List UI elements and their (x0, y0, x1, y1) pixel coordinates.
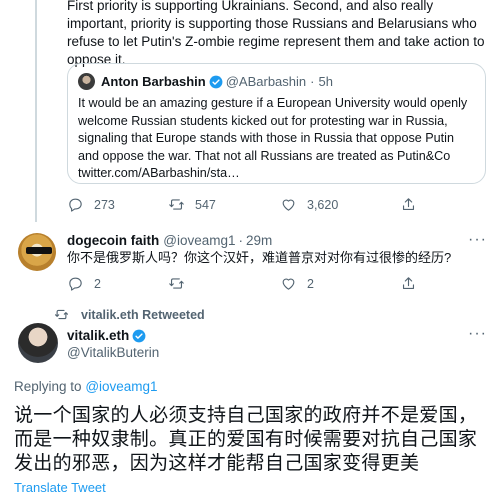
reply-author-name[interactable]: dogecoin faith (67, 233, 159, 248)
reply-timestamp[interactable]: 29m (246, 233, 272, 248)
like-button[interactable]: 2 (280, 275, 400, 292)
verified-icon (209, 75, 223, 88)
more-options-icon[interactable]: ··· (468, 325, 487, 343)
replying-to-link[interactable]: @ioveamg1 (85, 379, 157, 394)
reply-button[interactable]: 273 (67, 196, 168, 213)
avatar[interactable] (18, 233, 56, 271)
reply-button[interactable]: 2 (67, 275, 168, 292)
replying-prefix: Replying to (14, 379, 82, 394)
main-author-name-line: vitalik.eth (67, 328, 149, 343)
heart-icon (282, 199, 295, 211)
retweet-button[interactable] (168, 275, 280, 292)
reply-count: 2 (94, 276, 101, 291)
like-count: 3,620 (307, 197, 339, 212)
quote-author-handle: @ABarbashin (225, 74, 307, 89)
replying-to: Replying to @ioveamg1 (14, 379, 158, 394)
share-icon (402, 198, 415, 211)
main-tweet-text: 说一个国家的人必须支持自己国家的政府并不是爱国，而是一种奴隶制。真正的爱国有时候… (14, 405, 478, 474)
quote-author-name: Anton Barbashin (101, 74, 206, 89)
retweet-icon (169, 199, 184, 210)
retweeted-text: vitalik.eth Retweeted (81, 307, 205, 322)
like-count: 2 (307, 276, 314, 291)
like-button[interactable]: 3,620 (280, 196, 400, 213)
quote-timestamp: 5h (318, 74, 333, 89)
glasses-icon (26, 247, 52, 254)
retweet-icon (55, 309, 68, 320)
retweeted-label[interactable]: vitalik.eth Retweeted (54, 307, 205, 322)
main-author-name[interactable]: vitalik.eth (67, 328, 129, 343)
separator-dot: · (310, 74, 315, 89)
heart-icon (282, 278, 295, 290)
avatar[interactable] (18, 323, 58, 363)
reply-author-handle[interactable]: @ioveamg1 (163, 233, 235, 248)
reply-icon (69, 198, 82, 212)
quote-text: It would be an amazing gesture if a Euro… (78, 96, 468, 180)
tweet-actions: 273 547 3,620 (67, 196, 417, 213)
translate-tweet-link[interactable]: Translate Tweet (14, 480, 106, 495)
retweet-icon (169, 278, 184, 289)
reply-text: 你不是俄罗斯人吗？你这个汉奸，难道普京对对你有过很惨的经历? (67, 250, 452, 265)
main-author-handle[interactable]: @VitalikButerin (67, 345, 159, 360)
retweet-count: 547 (195, 197, 216, 212)
reply-actions: 2 2 (67, 275, 417, 292)
reply-icon (69, 277, 82, 291)
retweet-button[interactable]: 547 (168, 196, 280, 213)
separator-dot: · (238, 233, 244, 248)
reply-author-line: dogecoin faith @ioveamg1 · 29m (67, 233, 272, 248)
thread-line (35, 0, 37, 222)
quoted-tweet[interactable]: Anton Barbashin @ABarbashin · 5h It woul… (67, 63, 486, 184)
share-button[interactable] (400, 196, 417, 213)
more-options-icon[interactable]: ··· (468, 231, 487, 249)
verified-icon (132, 329, 146, 342)
reply-count: 273 (94, 197, 115, 212)
quote-header: Anton Barbashin @ABarbashin · 5h (78, 73, 333, 90)
share-icon (402, 277, 415, 290)
avatar (78, 73, 95, 90)
share-button[interactable] (400, 275, 417, 292)
tweet-text: First priority is supporting Ukrainians.… (67, 0, 485, 67)
